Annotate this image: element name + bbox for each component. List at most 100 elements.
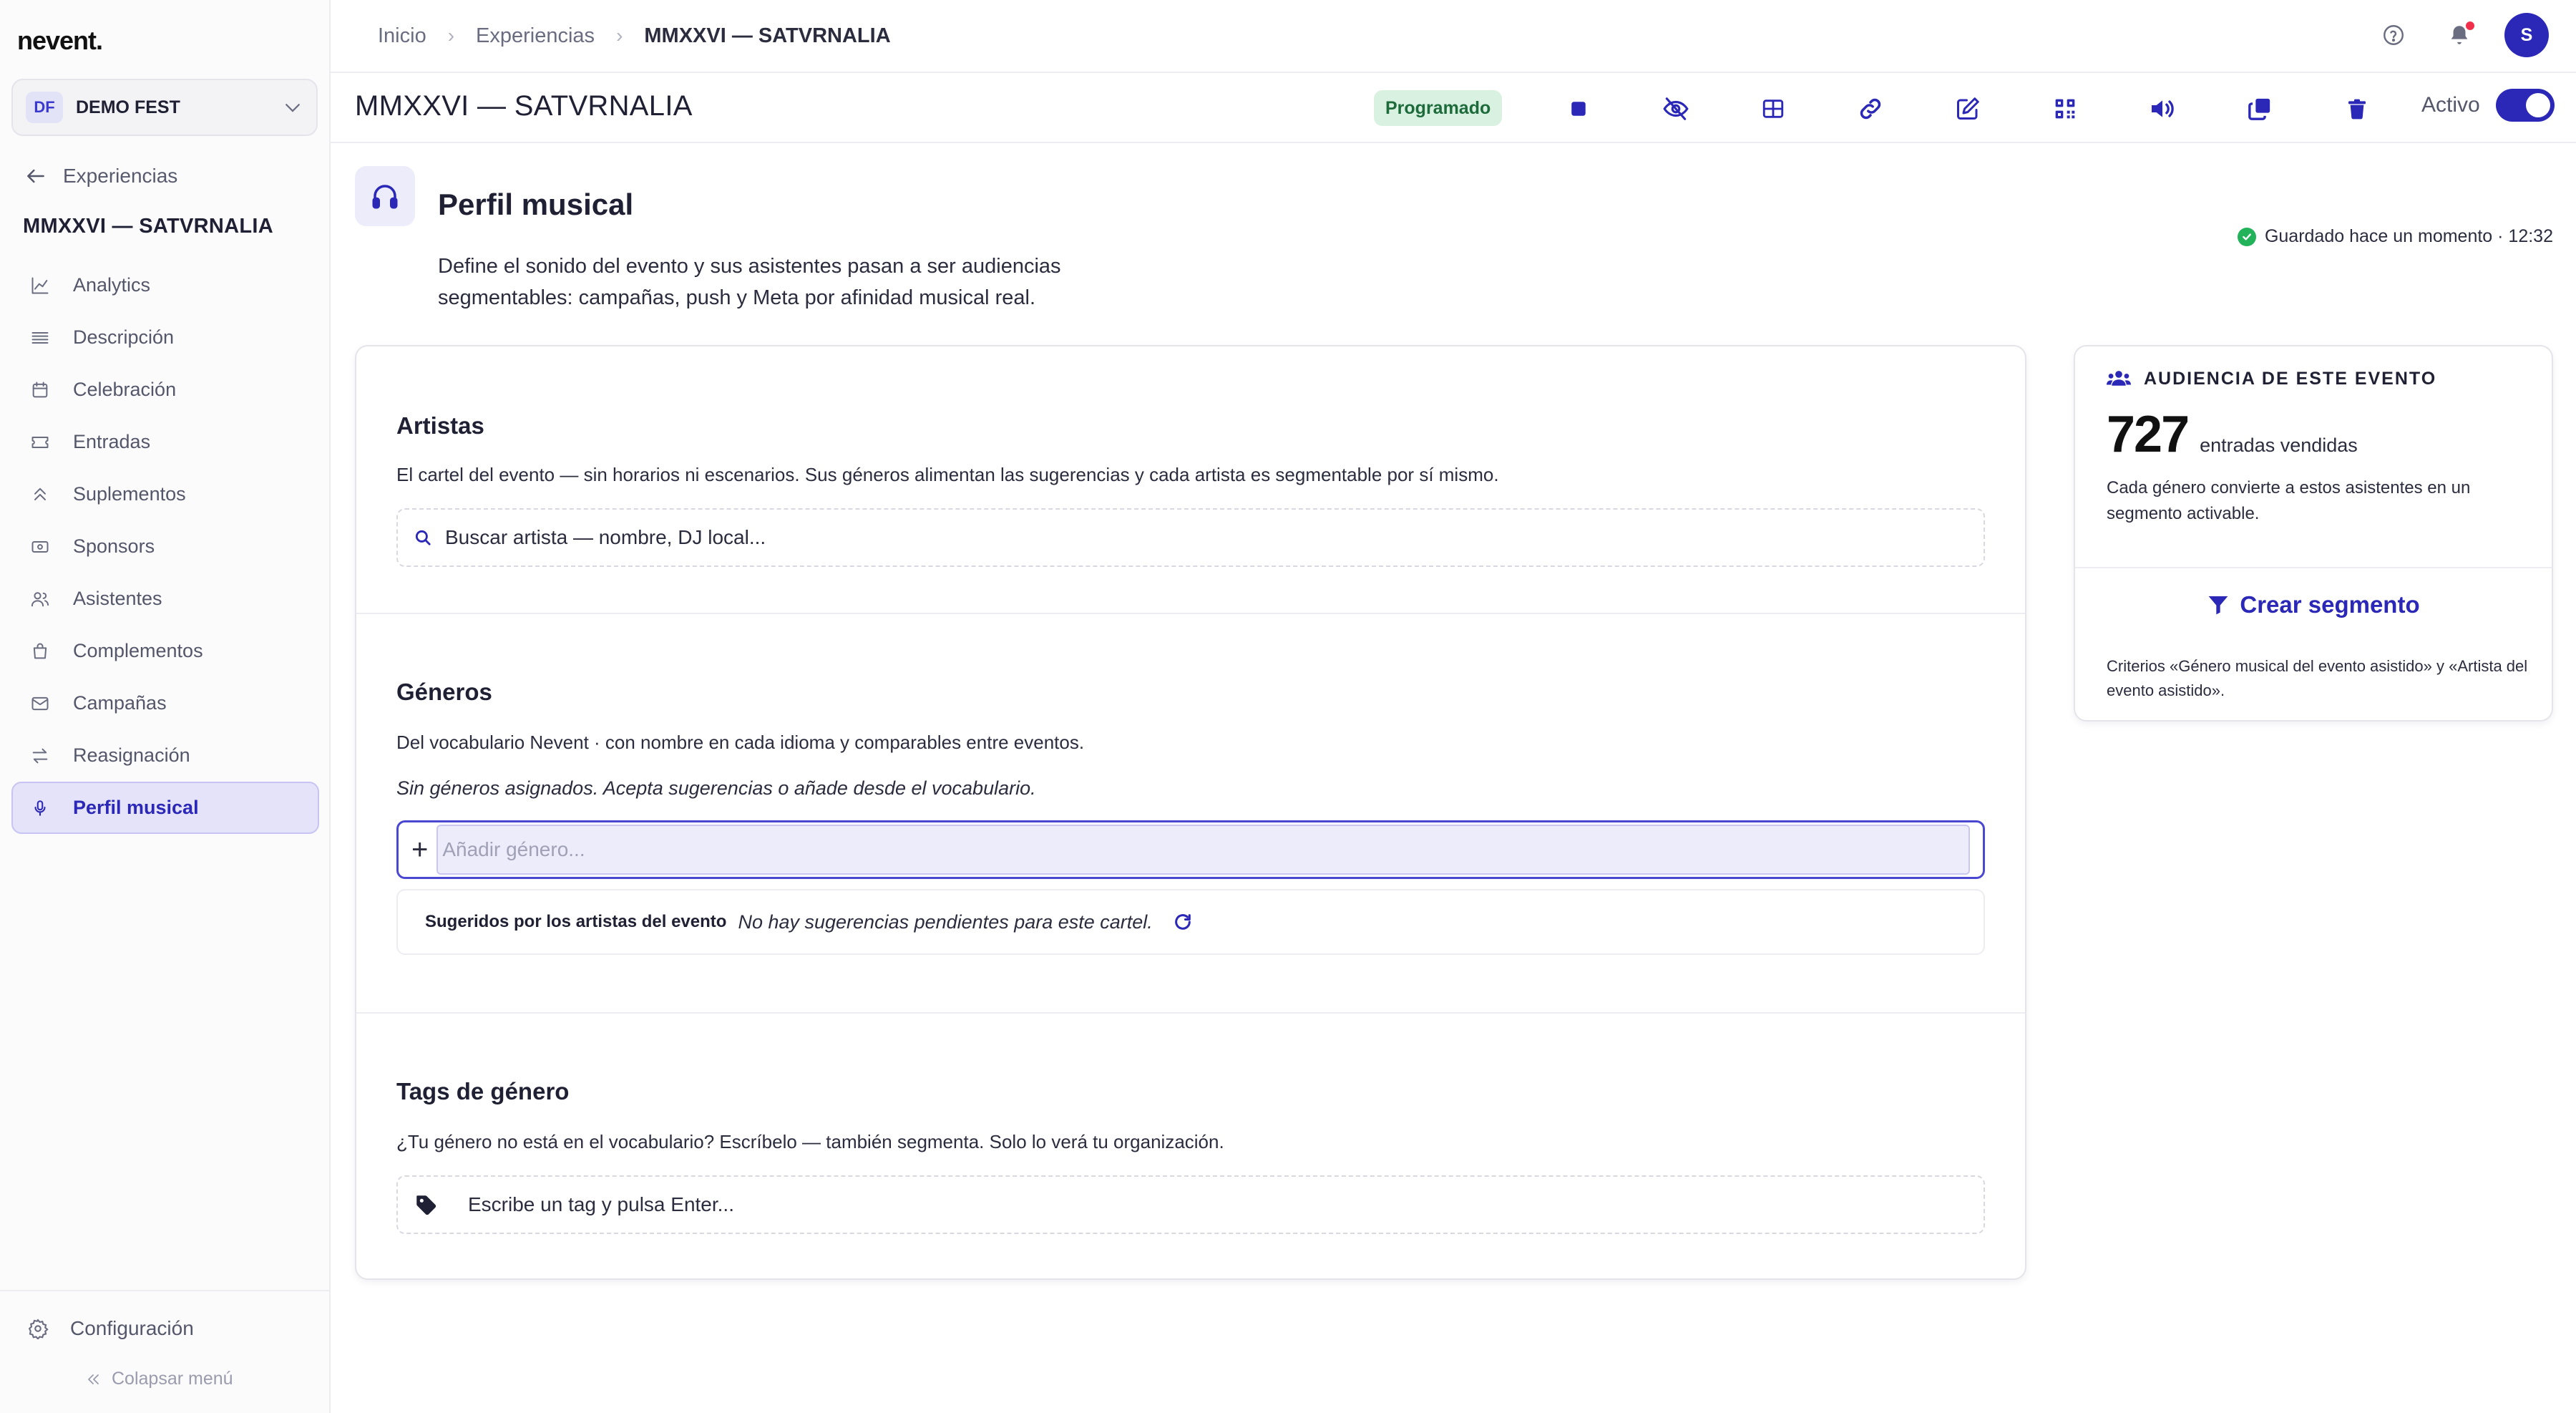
eye-off-icon[interactable] <box>1659 92 1693 126</box>
event-header: MMXXVI — SATVRNALIA Programado Activo <box>331 73 2576 143</box>
add-genre-field[interactable]: Añadir género... <box>436 825 1970 875</box>
collapse-menu-button[interactable]: Colapsar menú <box>84 1369 233 1389</box>
microphone-icon <box>29 797 52 820</box>
audience-heading-text: AUDIENCIA DE ESTE EVENTO <box>2144 368 2437 389</box>
add-genre-input[interactable]: + Añadir género... <box>396 820 1985 879</box>
page-title: MMXXVI — SATVRNALIA <box>355 90 693 122</box>
breadcrumb-item[interactable]: Inicio <box>378 24 426 48</box>
help-icon[interactable] <box>2381 23 2406 47</box>
notification-dot <box>2464 20 2476 31</box>
sidebar-item-perfil-musical[interactable]: Perfil musical <box>11 782 319 834</box>
gear-icon <box>27 1318 70 1339</box>
sidebar-item-sponsors[interactable]: Sponsors <box>11 520 319 573</box>
breadcrumb-separator-icon: › <box>447 24 455 47</box>
check-circle-icon <box>2237 227 2256 246</box>
config-label: Configuración <box>70 1317 194 1339</box>
volume-icon[interactable] <box>2145 92 2180 126</box>
arrow-left-icon <box>24 165 63 188</box>
sidebar-footer: Configuración Colapsar menú <box>0 1290 329 1413</box>
refresh-icon[interactable] <box>1173 912 1193 932</box>
sidebar-item-entradas[interactable]: Entradas <box>11 416 319 468</box>
arrows-swap-icon <box>29 744 52 767</box>
headphones-icon <box>355 166 415 226</box>
event-actions <box>1561 92 2437 126</box>
back-to-experiences[interactable]: Experiencias <box>24 165 177 188</box>
sidebar-item-reasignacion[interactable]: Reasignación <box>11 729 319 782</box>
breadcrumb-current: MMXXVI — SATVRNALIA <box>644 24 891 47</box>
suggestions-empty: No hay sugerencias pendientes para este … <box>738 911 1153 933</box>
genres-empty-note: Sin géneros asignados. Acepta sugerencia… <box>396 777 1036 799</box>
breadcrumb-separator-icon: › <box>616 24 623 47</box>
segment-criteria: Criterios «Género musical del evento asi… <box>2107 657 2528 699</box>
create-segment-button[interactable]: Crear segmento <box>2075 591 2552 618</box>
sidebar: nevent. DF DEMO FEST Experiencias MMXXVI… <box>0 0 331 1413</box>
active-switch[interactable] <box>2495 89 2555 122</box>
chevrons-up-icon <box>29 483 52 506</box>
sidebar-item-campanas[interactable]: Campañas <box>11 677 319 729</box>
sidebar-item-label: Analytics <box>73 274 151 296</box>
table-icon[interactable] <box>1756 92 1790 126</box>
chart-line-icon <box>29 274 52 297</box>
sidebar-item-complementos[interactable]: Complementos <box>11 625 319 677</box>
sidebar-item-analytics[interactable]: Analytics <box>11 259 319 311</box>
sidebar-item-label: Campañas <box>73 692 167 714</box>
app-logo[interactable]: nevent. <box>17 26 103 56</box>
sidebar-item-asistentes[interactable]: Asistentes <box>11 573 319 625</box>
filter-icon <box>2207 593 2240 616</box>
sidebar-item-label: Perfil musical <box>73 797 199 818</box>
shopping-bag-icon <box>29 640 52 663</box>
users-icon <box>2107 368 2144 389</box>
audience-count-label: entradas vendidas <box>2200 434 2358 456</box>
tag-input[interactable]: Escribe un tag y pulsa Enter... <box>396 1175 1985 1234</box>
save-status-text: Guardado hace un momento · 12:32 <box>2264 226 2553 246</box>
audience-description: Cada género convierte a estos asistentes… <box>2107 478 2471 523</box>
org-name: DEMO FEST <box>76 97 180 117</box>
trash-icon[interactable] <box>2340 92 2374 126</box>
sidebar-item-label: Complementos <box>73 640 203 661</box>
audience-count-value: 727 <box>2107 406 2190 463</box>
genres-block: Géneros Del vocabulario Nevent · con nom… <box>356 614 2025 1014</box>
sidebar-event-title: MMXXVI — SATVRNALIA <box>23 215 273 238</box>
genres-title: Géneros <box>396 679 492 705</box>
tag-input-placeholder: Escribe un tag y pulsa Enter... <box>468 1193 734 1215</box>
qr-code-icon[interactable] <box>2048 92 2082 126</box>
sidebar-item-label: Reasignación <box>73 744 190 766</box>
sidebar-item-configuracion[interactable]: Configuración <box>27 1317 194 1340</box>
breadcrumb: Inicio › Experiencias › MMXXVI — SATVRNA… <box>378 24 891 48</box>
org-selector[interactable]: DF DEMO FEST <box>11 79 318 136</box>
ticket-icon <box>29 431 52 454</box>
status-badge: Programado <box>1374 90 1503 126</box>
divider <box>2075 567 2552 568</box>
edit-icon[interactable] <box>1951 92 1985 126</box>
mail-icon <box>29 692 52 715</box>
topbar: Inicio › Experiencias › MMXXVI — SATVRNA… <box>331 0 2576 73</box>
breadcrumb-item[interactable]: Experiencias <box>476 24 595 48</box>
sidebar-item-label: Sponsors <box>73 535 155 557</box>
artist-search-input[interactable]: Buscar artista — nombre, DJ local... <box>396 508 1985 567</box>
artists-description: El cartel del evento — sin horarios ni e… <box>396 464 1499 485</box>
chevrons-left-icon <box>84 1371 112 1388</box>
sidebar-item-descripcion[interactable]: Descripción <box>11 311 319 364</box>
sidebar-item-suplementos[interactable]: Suplementos <box>11 468 319 520</box>
bell-icon[interactable] <box>2447 20 2476 47</box>
avatar[interactable]: S <box>2504 13 2549 57</box>
sidebar-item-label: Descripción <box>73 326 175 348</box>
sidebar-item-label: Celebración <box>73 379 177 400</box>
sidebar-item-label: Suplementos <box>73 483 186 505</box>
copy-icon[interactable] <box>2243 92 2277 126</box>
save-status: Guardado hace un momento · 12:32 <box>2237 226 2553 247</box>
artist-search-placeholder: Buscar artista — nombre, DJ local... <box>445 526 766 548</box>
search-icon <box>414 528 445 547</box>
sidebar-item-label: Asistentes <box>73 588 162 609</box>
stop-icon[interactable] <box>1561 92 1596 126</box>
link-icon[interactable] <box>1853 92 1888 126</box>
section-description: Define el sonido del evento y sus asiste… <box>438 255 1061 309</box>
text-lines-icon <box>29 326 52 349</box>
audience-heading: AUDIENCIA DE ESTE EVENTO <box>2107 368 2436 389</box>
sidebar-item-label: Entradas <box>73 431 151 452</box>
suggestions-label: Sugeridos por los artistas del evento <box>425 912 727 931</box>
genre-suggestions: Sugeridos por los artistas del evento No… <box>396 889 1985 955</box>
sidebar-item-celebracion[interactable]: Celebración <box>11 364 319 416</box>
back-label: Experiencias <box>63 165 178 187</box>
active-toggle[interactable]: Activo <box>2421 89 2555 122</box>
